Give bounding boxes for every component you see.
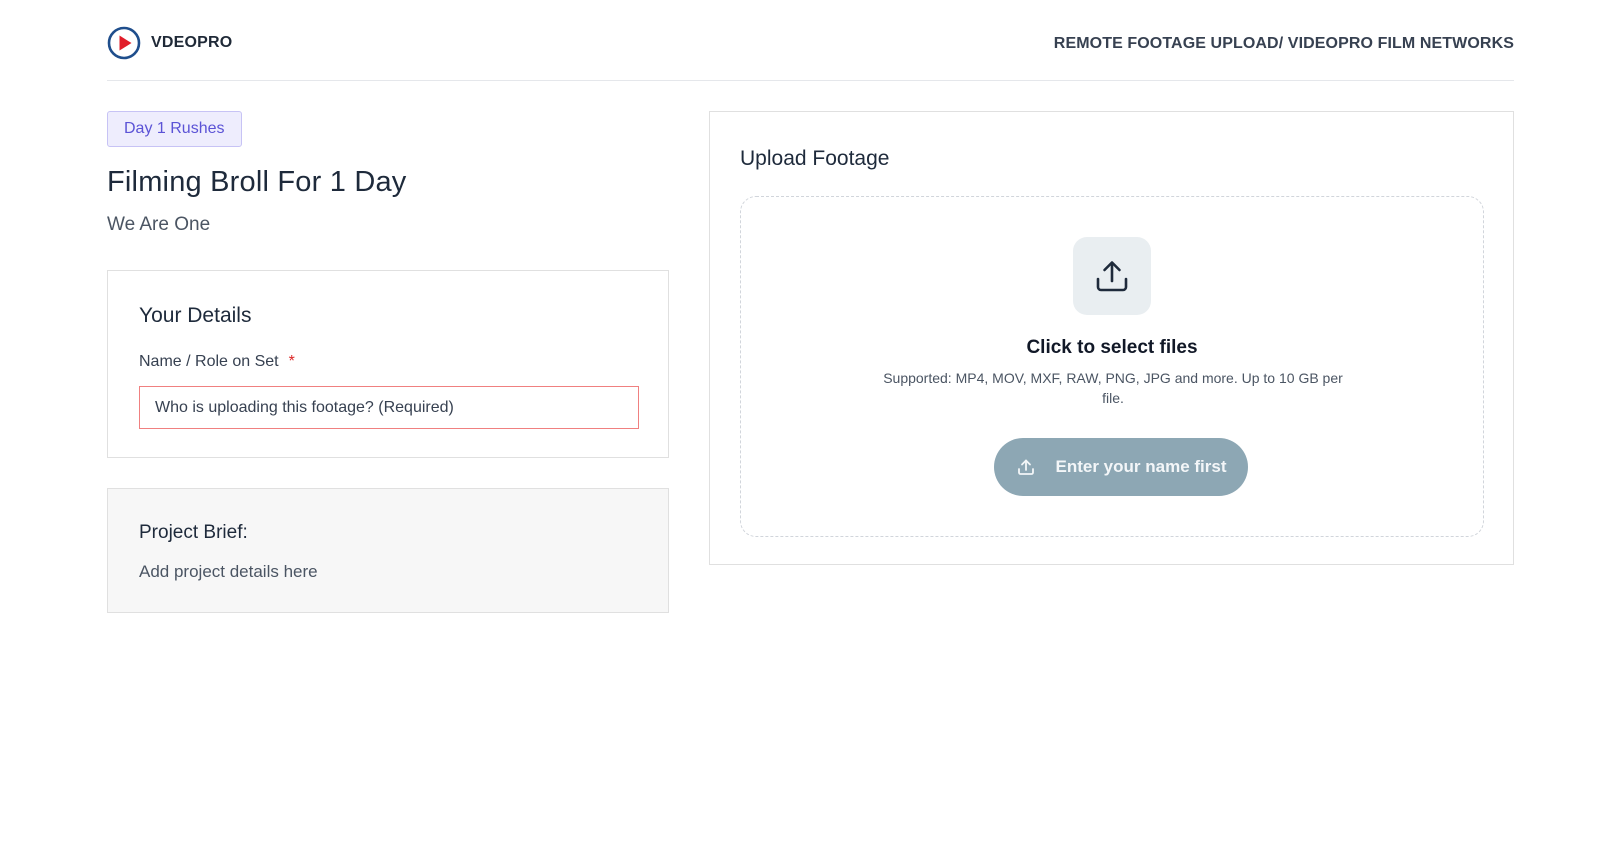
name-role-label-text: Name / Role on Set [139,353,279,370]
name-role-label: Name / Role on Set * [139,353,295,371]
header-network-title: REMOTE FOOTAGE UPLOAD/ VIDEOPRO FILM NET… [1053,35,1514,52]
name-role-input[interactable] [139,386,639,429]
brief-body: Add project details here [139,562,318,581]
your-details-card: Your Details Name / Role on Set * [107,270,669,458]
project-subtitle: We Are One [107,214,211,235]
upload-button[interactable]: Enter your name first [994,438,1248,496]
upload-icon-tile [1073,237,1151,315]
details-heading: Your Details [139,304,252,327]
dropzone-hint: Supported: MP4, MOV, MXF, RAW, PNG, JPG … [883,370,1343,406]
dropzone-title: Click to select files [1026,337,1198,358]
upload-page: VDEOPRO REMOTE FOOTAGE UPLOAD/ VIDEOPRO … [0,0,1600,852]
project-brief-card: Project Brief: Add project details here [107,488,669,613]
project-badge: Day 1 Rushes [107,111,242,147]
required-marker: * [288,353,295,370]
upload-button-label: Enter your name first [1055,457,1227,476]
upload-icon [1017,459,1034,475]
upload-heading: Upload Footage [740,147,890,170]
file-dropzone[interactable]: Click to select files Supported: MP4, MO… [740,196,1484,537]
project-title: Filming Broll For 1 Day [107,166,407,198]
upload-icon [1096,261,1128,292]
brief-heading: Project Brief: [139,522,248,543]
brand[interactable]: VDEOPRO [107,26,232,60]
brand-name: VDEOPRO [151,34,233,51]
play-circle-icon [107,26,141,60]
top-header: VDEOPRO REMOTE FOOTAGE UPLOAD/ VIDEOPRO … [107,24,1514,81]
upload-footage-card: Upload Footage Click to select files Sup… [709,111,1514,565]
